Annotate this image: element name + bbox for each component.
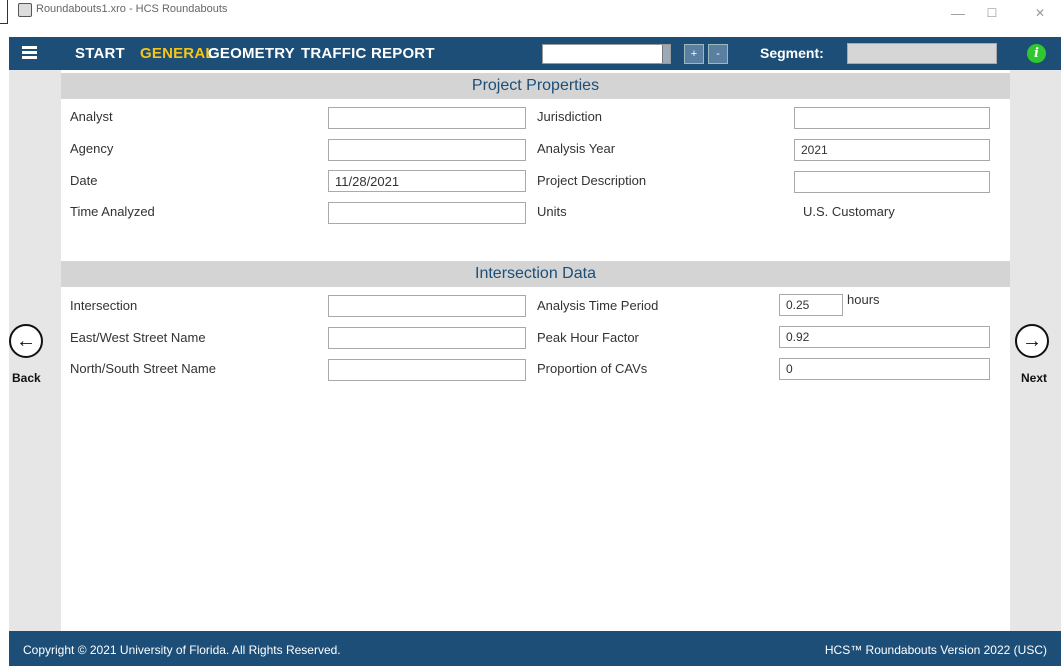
next-panel: → Next xyxy=(1010,70,1061,631)
window-title: Roundabouts1.xro - HCS Roundabouts xyxy=(36,3,228,15)
back-arrow-icon[interactable]: ← xyxy=(9,324,43,358)
tab-traffic[interactable]: TRAFFIC xyxy=(301,45,367,62)
date-field[interactable]: 11/28/2021 xyxy=(328,170,526,192)
next-arrow-icon[interactable]: → xyxy=(1015,324,1049,358)
back-label[interactable]: Back xyxy=(12,371,41,385)
jurisdiction-label: Jurisdiction xyxy=(537,109,603,124)
project-description-field[interactable] xyxy=(794,171,990,193)
date-label: Date xyxy=(70,173,98,188)
jurisdiction-field[interactable] xyxy=(794,107,990,129)
next-label[interactable]: Next xyxy=(1021,371,1047,385)
segment-field[interactable] xyxy=(847,43,997,64)
east-west-street-field[interactable] xyxy=(328,327,526,349)
tab-start[interactable]: START xyxy=(75,45,125,62)
info-icon[interactable]: i xyxy=(1027,44,1046,63)
peak-hour-factor-label: Peak Hour Factor xyxy=(537,330,639,345)
agency-field[interactable] xyxy=(328,139,526,161)
tab-geometry[interactable]: GEOMETRY xyxy=(208,45,295,62)
main-navbar: START GENERAL GEOMETRY TRAFFIC REPORT + … xyxy=(9,37,1061,70)
analysis-year-label: Analysis Year xyxy=(537,141,616,156)
north-south-street-field[interactable] xyxy=(328,359,526,381)
dropdown-arrow-icon[interactable] xyxy=(662,45,670,63)
project-properties-header: Project Properties xyxy=(61,73,1010,99)
north-south-street-label: North/South Street Name xyxy=(70,361,216,376)
remove-segment-button[interactable]: - xyxy=(708,44,728,64)
analyst-field[interactable] xyxy=(328,107,526,129)
title-bar: Roundabouts1.xro - HCS Roundabouts — ☐ ✕ xyxy=(0,0,1061,30)
project-description-label: Project Description xyxy=(537,173,647,188)
proportion-cavs-label: Proportion of CAVs xyxy=(537,361,648,376)
time-analyzed-label: Time Analyzed xyxy=(70,204,155,219)
add-segment-button[interactable]: + xyxy=(684,44,704,64)
close-button[interactable]: ✕ xyxy=(1025,4,1055,24)
tab-general[interactable]: GENERAL xyxy=(140,45,215,62)
intersection-field[interactable] xyxy=(328,295,526,317)
tab-report[interactable]: REPORT xyxy=(371,45,435,62)
version-text: HCS™ Roundabouts Version 2022 (USC) xyxy=(824,643,1047,657)
agency-label: Agency xyxy=(70,141,114,156)
east-west-street-label: East/West Street Name xyxy=(70,330,206,345)
segment-label: Segment: xyxy=(760,45,824,61)
proportion-cavs-field[interactable]: 0 xyxy=(779,358,990,380)
hamburger-menu-icon[interactable] xyxy=(22,46,37,60)
back-panel: ← Back xyxy=(9,70,61,631)
footer: Copyright © 2021 University of Florida. … xyxy=(9,631,1061,666)
intersection-label: Intersection xyxy=(70,298,138,313)
intersection-data-header: Intersection Data xyxy=(61,261,1010,287)
minimize-button[interactable]: — xyxy=(943,4,973,24)
peak-hour-factor-field[interactable]: 0.92 xyxy=(779,326,990,348)
analysis-time-period-field[interactable]: 0.25 xyxy=(779,294,843,316)
units-label: Units xyxy=(537,204,567,219)
analyst-label: Analyst xyxy=(70,109,113,124)
copyright-text: Copyright © 2021 University of Florida. … xyxy=(23,643,341,657)
analysis-time-period-unit: hours xyxy=(847,292,880,307)
maximize-button[interactable]: ☐ xyxy=(977,4,1007,24)
app-icon xyxy=(18,3,32,17)
time-analyzed-field[interactable] xyxy=(328,202,526,224)
window-corner-fragment xyxy=(0,0,8,24)
segment-select[interactable] xyxy=(542,44,671,64)
units-value: U.S. Customary xyxy=(803,204,895,219)
analysis-time-period-label: Analysis Time Period xyxy=(537,298,659,313)
analysis-year-field[interactable]: 2021 xyxy=(794,139,990,161)
